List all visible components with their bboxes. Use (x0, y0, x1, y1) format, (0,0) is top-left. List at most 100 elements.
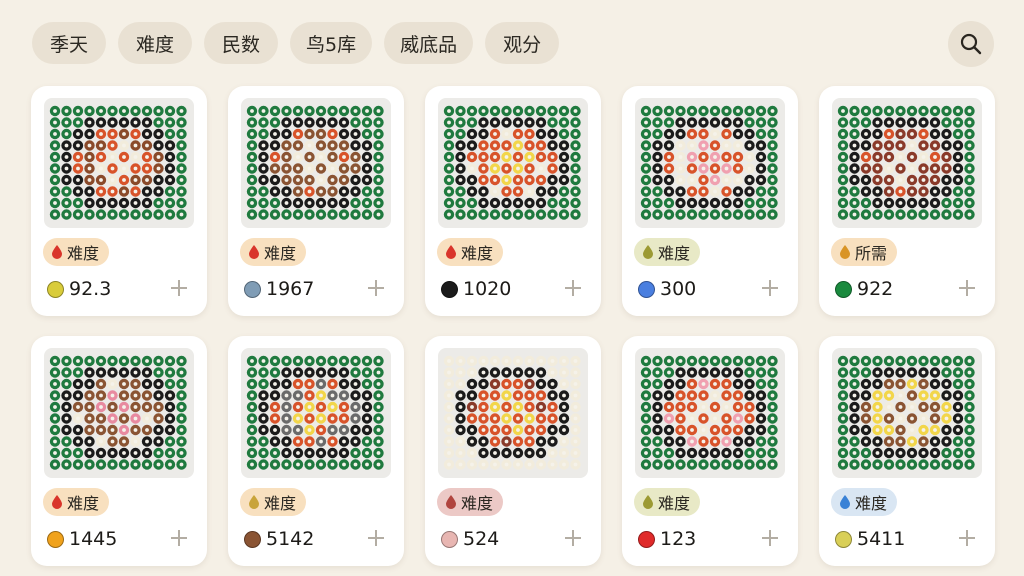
difficulty-badge: 难度 (43, 238, 110, 266)
drop-icon (643, 495, 653, 509)
pattern-thumbnail[interactable] (635, 98, 785, 228)
color-swatch (441, 280, 458, 298)
difficulty-badge: 难度 (240, 238, 307, 266)
pattern-card[interactable]: 所需 922 (819, 86, 995, 316)
pattern-thumbnail[interactable] (635, 348, 785, 478)
bead-count-value: 92.3 (69, 278, 112, 300)
bead-pattern-image (443, 105, 581, 220)
add-button[interactable] (561, 276, 585, 300)
pattern-card[interactable]: 难度 1020 (425, 86, 601, 316)
plus-icon (368, 530, 384, 546)
add-button[interactable] (758, 526, 782, 550)
bead-count: 300 (638, 278, 696, 300)
plus-icon (959, 530, 975, 546)
pattern-card[interactable]: 难度 92.3 (31, 86, 207, 316)
bead-count-value: 300 (660, 278, 697, 300)
pattern-thumbnail[interactable] (44, 348, 194, 478)
bead-pattern-image (49, 355, 187, 470)
add-button[interactable] (955, 276, 979, 300)
bead-count: 5411 (835, 528, 905, 550)
pattern-thumbnail[interactable] (438, 98, 588, 228)
drop-icon (446, 245, 456, 259)
bead-pattern-image (443, 355, 581, 470)
pattern-thumbnail[interactable] (438, 348, 588, 478)
bead-count-value: 1445 (69, 528, 118, 550)
bead-count: 92.3 (47, 278, 111, 300)
bead-count: 1445 (47, 528, 117, 550)
pattern-thumbnail[interactable] (241, 348, 391, 478)
difficulty-badge: 难度 (831, 488, 898, 516)
bead-count-value: 922 (857, 278, 894, 300)
filter-chip-label: 民数 (221, 33, 260, 56)
filter-chip-label: 鸟5库 (306, 33, 357, 56)
filter-chip-3[interactable]: 鸟5库 (290, 22, 373, 64)
pattern-card[interactable]: 难度 5142 (228, 336, 404, 566)
drop-icon (249, 495, 259, 509)
color-swatch (244, 530, 261, 548)
pattern-card[interactable]: 难度 524 (425, 336, 601, 566)
filter-chip-label: 威底品 (400, 33, 458, 56)
filter-chip-1[interactable]: 难度 (118, 22, 192, 64)
filter-chip-label: 季天 (49, 33, 88, 56)
bead-count-value: 5142 (266, 528, 315, 550)
filter-chip-5[interactable]: 观分 (485, 22, 560, 64)
difficulty-label: 难度 (264, 244, 297, 263)
bead-count: 922 (835, 278, 893, 300)
filter-chip-label: 难度 (135, 33, 174, 56)
bead-pattern-image (246, 355, 384, 470)
add-button[interactable] (167, 276, 191, 300)
drop-icon (52, 245, 62, 259)
pattern-card[interactable]: 难度 5411 (819, 336, 995, 566)
filter-chip-2[interactable]: 民数 (204, 22, 278, 64)
bead-count: 123 (638, 528, 696, 550)
bead-pattern-image (640, 105, 778, 220)
plus-icon (171, 280, 187, 296)
pattern-card[interactable]: 难度 1967 (228, 86, 404, 316)
difficulty-label: 难度 (461, 244, 494, 263)
add-button[interactable] (561, 526, 585, 550)
bead-count-value: 1967 (266, 278, 315, 300)
pattern-thumbnail[interactable] (241, 98, 391, 228)
difficulty-badge: 难度 (634, 238, 701, 266)
color-swatch (244, 280, 261, 298)
difficulty-label: 难度 (658, 494, 691, 513)
add-button[interactable] (955, 526, 979, 550)
drop-icon (52, 495, 62, 509)
add-button[interactable] (167, 526, 191, 550)
difficulty-badge: 难度 (437, 238, 504, 266)
pattern-card[interactable]: 难度 1445 (31, 336, 207, 566)
plus-icon (171, 530, 187, 546)
color-swatch (47, 530, 64, 548)
pattern-card[interactable]: 难度 300 (622, 86, 798, 316)
difficulty-badge: 难度 (43, 488, 110, 516)
filter-chip-4[interactable]: 威底品 (384, 22, 474, 64)
plus-icon (565, 280, 581, 296)
plus-icon (368, 280, 384, 296)
drop-icon (840, 495, 850, 509)
drop-icon (643, 245, 653, 259)
add-button[interactable] (364, 276, 388, 300)
search-button[interactable] (948, 21, 994, 67)
pattern-thumbnail[interactable] (44, 98, 194, 228)
difficulty-label: 难度 (658, 244, 691, 263)
drop-icon (840, 245, 850, 259)
color-swatch (441, 530, 458, 548)
bead-pattern-image (246, 105, 384, 220)
bead-pattern-image (49, 105, 187, 220)
add-button[interactable] (364, 526, 388, 550)
bead-count: 1020 (441, 278, 511, 300)
color-swatch (47, 280, 64, 298)
add-button[interactable] (758, 276, 782, 300)
difficulty-label: 难度 (264, 494, 297, 513)
difficulty-badge: 所需 (831, 238, 898, 266)
difficulty-label: 难度 (461, 494, 494, 513)
bead-pattern-image (640, 355, 778, 470)
pattern-card[interactable]: 难度 123 (622, 336, 798, 566)
filter-chip-0[interactable]: 季天 (32, 22, 106, 64)
bead-count: 1967 (244, 278, 314, 300)
difficulty-badge: 难度 (634, 488, 701, 516)
difficulty-label: 所需 (855, 244, 888, 263)
pattern-thumbnail[interactable] (832, 98, 982, 228)
bead-pattern-image (837, 105, 975, 220)
pattern-thumbnail[interactable] (832, 348, 982, 478)
